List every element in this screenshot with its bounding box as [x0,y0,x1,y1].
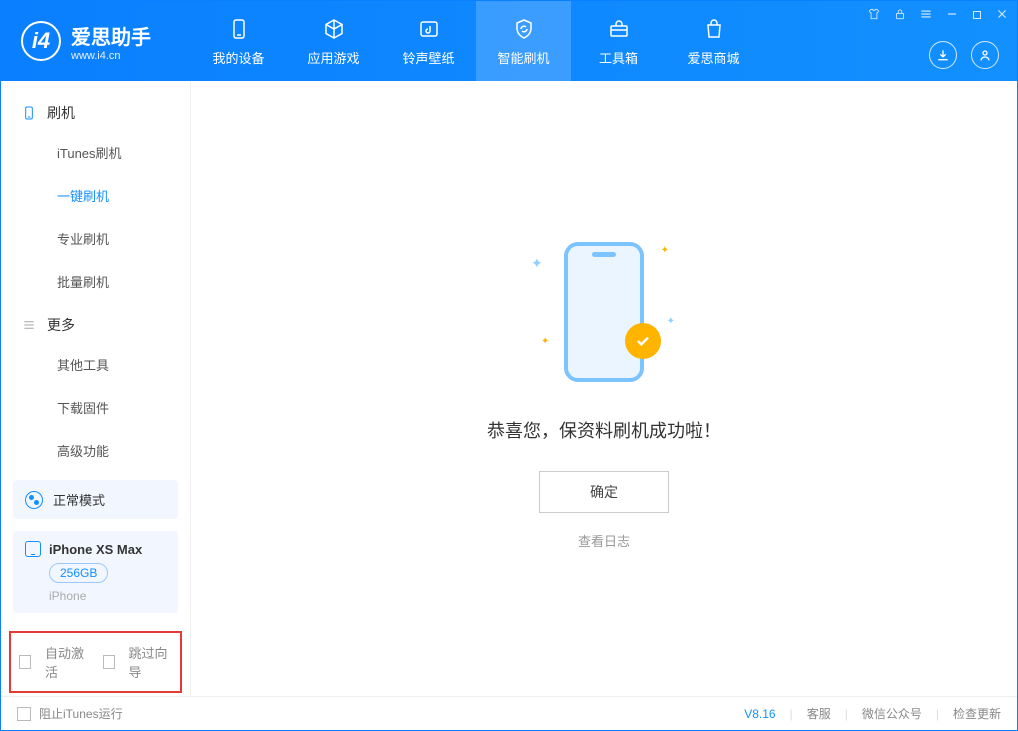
sidebar-item-itunes-flash[interactable]: iTunes刷机 [1,131,190,174]
auto-activate-label: 自动激活 [45,643,88,681]
sidebar-item-other-tools[interactable]: 其他工具 [1,343,190,386]
nav-label: 我的设备 [212,48,264,67]
nav-tab-ringtones[interactable]: 铃声壁纸 [381,1,476,81]
ok-button[interactable]: 确定 [539,471,669,513]
sidebar-item-download-firmware[interactable]: 下载固件 [1,386,190,429]
customer-service-link[interactable]: 客服 [807,705,831,722]
device-phone-icon [25,541,41,557]
app-window: i4 爱思助手 www.i4.cn 我的设备 应用游戏 铃声壁纸 智能刷机 [0,0,1018,731]
phone-icon [226,16,252,42]
sidebar-item-pro-flash[interactable]: 专业刷机 [1,217,190,260]
group-title: 更多 [47,315,75,335]
lock-icon[interactable] [893,7,907,26]
sparkle-icon: ✦ [667,316,675,327]
sparkle-icon: ✦ [661,245,669,256]
nav-label: 工具箱 [599,48,638,67]
sparkle-icon: ✦ [541,336,549,347]
mode-label: 正常模式 [53,490,105,509]
main-content: ✦ ✦ ✦ ✦ 恭喜您，保资料刷机成功啦！ 确定 查看日志 [191,81,1017,696]
success-illustration: ✦ ✦ ✦ ✦ [519,227,689,397]
header-right-icons [929,41,999,69]
phone-outline-icon [21,105,37,121]
shield-refresh-icon [511,16,537,42]
sidebar: 刷机 iTunes刷机 一键刷机 专业刷机 批量刷机 更多 其他工具 下载固件 … [1,81,191,696]
nav-tabs: 我的设备 应用游戏 铃声壁纸 智能刷机 工具箱 爱思商城 [191,1,761,81]
statusbar-left: 阻止iTunes运行 [17,705,123,722]
nav-tab-my-device[interactable]: 我的设备 [191,1,286,81]
mode-icon [25,491,43,509]
sidebar-item-advanced[interactable]: 高级功能 [1,429,190,472]
bottom-options-highlight: 自动激活 跳过向导 [9,631,182,693]
toolbox-icon [606,16,632,42]
maximize-button[interactable] [971,8,983,26]
device-name-row: iPhone XS Max [25,541,166,557]
sidebar-item-batch-flash[interactable]: 批量刷机 [1,260,190,303]
menu-icon[interactable] [919,7,933,26]
window-controls [867,7,1009,26]
minimize-button[interactable] [945,7,959,26]
nav-tab-store[interactable]: 爱思商城 [666,1,761,81]
skip-wizard-label: 跳过向导 [129,643,172,681]
sidebar-group-more: 更多 [1,303,190,343]
statusbar: 阻止iTunes运行 V8.16 | 客服 | 微信公众号 | 检查更新 [1,696,1017,730]
titlebar: i4 爱思助手 www.i4.cn 我的设备 应用游戏 铃声壁纸 智能刷机 [1,1,1017,81]
nav-tab-flash[interactable]: 智能刷机 [476,1,571,81]
logo-area: i4 爱思助手 www.i4.cn [1,21,191,62]
nav-tab-toolbox[interactable]: 工具箱 [571,1,666,81]
list-icon [21,317,37,333]
sparkle-icon: ✦ [531,255,543,272]
cube-icon [321,16,347,42]
device-box[interactable]: iPhone XS Max 256GB iPhone [13,531,178,613]
logo-text: 爱思助手 www.i4.cn [71,21,151,62]
bag-icon [701,16,727,42]
check-update-link[interactable]: 检查更新 [953,705,1001,722]
nav-tab-apps[interactable]: 应用游戏 [286,1,381,81]
checkbox-skip-wizard[interactable] [103,655,115,669]
check-badge-icon [625,323,661,359]
success-message: 恭喜您，保资料刷机成功啦！ [487,417,721,443]
phone-illustration [564,242,644,382]
app-logo-icon: i4 [21,21,61,61]
device-name: iPhone XS Max [49,542,142,557]
download-icon[interactable] [929,41,957,69]
nav-label: 铃声壁纸 [402,48,454,67]
group-title: 刷机 [47,103,75,123]
tshirt-icon[interactable] [867,7,881,26]
nav-label: 爱思商城 [687,48,739,67]
app-name: 爱思助手 [71,21,151,50]
sidebar-item-oneclick-flash[interactable]: 一键刷机 [1,174,190,217]
sidebar-scroll: 刷机 iTunes刷机 一键刷机 专业刷机 批量刷机 更多 其他工具 下载固件 … [1,81,190,472]
app-url: www.i4.cn [71,50,151,62]
checkbox-block-itunes[interactable] [17,707,31,721]
body: 刷机 iTunes刷机 一键刷机 专业刷机 批量刷机 更多 其他工具 下载固件 … [1,81,1017,696]
device-type: iPhone [49,589,166,603]
statusbar-right: V8.16 | 客服 | 微信公众号 | 检查更新 [744,705,1001,722]
block-itunes-label: 阻止iTunes运行 [39,705,123,722]
user-icon[interactable] [971,41,999,69]
checkbox-auto-activate[interactable] [19,655,31,669]
nav-label: 应用游戏 [307,48,359,67]
wechat-link[interactable]: 微信公众号 [862,705,922,722]
version-label: V8.16 [744,707,775,721]
sidebar-group-flash: 刷机 [1,91,190,131]
capacity-badge: 256GB [49,563,108,583]
mode-box[interactable]: 正常模式 [13,480,178,519]
nav-label: 智能刷机 [497,48,549,67]
music-folder-icon [416,16,442,42]
close-button[interactable] [995,7,1009,26]
view-log-link[interactable]: 查看日志 [578,531,630,550]
